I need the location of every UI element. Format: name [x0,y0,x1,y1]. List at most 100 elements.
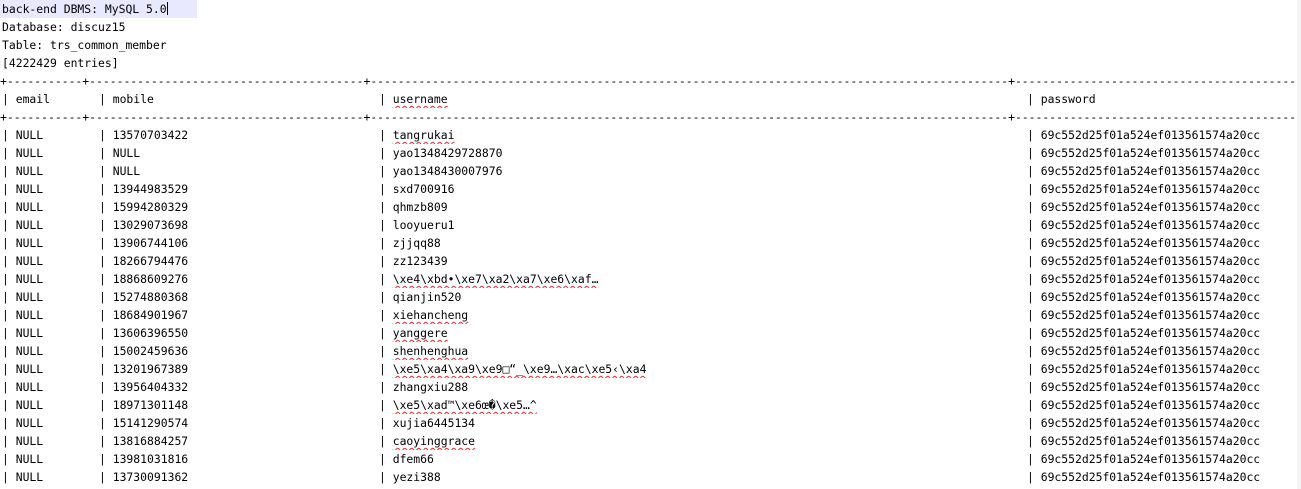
email-value: NULL [15,236,44,250]
table-row: | NULL | 15274880368 | qianjin520 | 69c552d… [0,288,1301,306]
scrollbar[interactable] [1297,0,1301,489]
table-row: | NULL | 13730091362 | yezi388 | 69c552d25f… [0,468,1301,486]
password-value: 69c552d25f01a524ef013561574a20cc [1040,398,1261,412]
cell-mobile: | 13730091362 [99,470,189,484]
password-value: 69c552d25f01a524ef013561574a20cc [1040,326,1261,340]
email-value: NULL [15,128,44,142]
password-value: 69c552d25f01a524ef013561574a20cc [1040,182,1261,196]
cell-email: | NULL [2,452,44,466]
cell-mobile: | 15274880368 [99,290,189,304]
table-row: | NULL | 18266794476 | zz123439 | 69c552d25… [0,252,1301,270]
cell-mobile: | 13981031816 [99,452,189,466]
username-value: looyueru1 [392,218,455,232]
table-divider-top: +-----------+---------------------------… [0,74,1301,88]
column-header-username: | username [379,92,448,106]
email-value: NULL [15,470,44,484]
cell-username: | \xe4\xbd•\xe7\xa2\xa7\xe6\xaf… [379,272,599,286]
email-value: NULL [15,452,44,466]
username-value: xiehancheng [392,308,469,322]
table-row: | NULL | 15002459636 | shenhenghua | 69c552… [0,342,1301,360]
cell-mobile: | 13201967389 [99,362,189,376]
cell-mobile: | 15002459636 [99,344,189,358]
header-table-line[interactable]: Table: trs_common_member [2,36,167,54]
table-divider-header: +-----------+---------------------------… [0,110,1301,124]
cell-email: | NULL [2,344,44,358]
cell-username: | yezi388 [379,470,441,484]
cell-password: | 69c552d25f01a524ef013561574a20cc [1027,290,1261,304]
text-editor[interactable]: back-end DBMS: MySQL 5.0 Database: discu… [0,0,1301,489]
email-value: NULL [15,344,44,358]
mobile-value: 18971301148 [112,398,189,412]
cell-email: | NULL [2,164,44,178]
cell-password: | 69c552d25f01a524ef013561574a20cc [1027,398,1261,412]
password-value: 69c552d25f01a524ef013561574a20cc [1040,236,1261,250]
cell-email: | NULL [2,308,44,322]
cell-password: | 69c552d25f01a524ef013561574a20cc [1027,452,1261,466]
cell-mobile: | 18684901967 [99,308,189,322]
table-row: | NULL | 13981031816 | dfem66 | 69c552d25f0… [0,450,1301,468]
column-header-mobile: | mobile [99,92,154,106]
table-row: | NULL | 15994280329 | qhmzb809 | 69c552d25… [0,198,1301,216]
password-value: 69c552d25f01a524ef013561574a20cc [1040,272,1261,286]
cell-password: | 69c552d25f01a524ef013561574a20cc [1027,344,1261,358]
username-value: yao1348429728870 [392,146,503,160]
header-entries-line[interactable]: [4222429 entries] [2,54,119,72]
table-row: | NULL | 13944983529 | sxd700916 | 69c552d2… [0,180,1301,198]
cell-password: | 69c552d25f01a524ef013561574a20cc [1027,272,1261,286]
password-value: 69c552d25f01a524ef013561574a20cc [1040,362,1261,376]
table-row: | NULL | NULL | yao1348429728870 | 69c552d2… [0,144,1301,162]
cell-email: | NULL [2,290,44,304]
username-value: qhmzb809 [392,200,448,214]
cell-email: | NULL [2,254,44,268]
table-row: | NULL | 13906744106 | zjjqq88 | 69c552d25f… [0,234,1301,252]
cell-username: | caoyinggrace [379,434,476,448]
mobile-value: 18684901967 [112,308,189,322]
username-value: \xe4\xbd•\xe7\xa2\xa7\xe6\xaf… [392,272,599,286]
cell-username: | xujia6445134 [379,416,476,430]
cell-password: | 69c552d25f01a524ef013561574a20cc [1027,416,1261,430]
username-value: shenhenghua [392,344,469,358]
email-value: NULL [15,254,44,268]
cell-email: | NULL [2,146,44,160]
cell-mobile: | 15141290574 [99,416,189,430]
cell-username: | zz123439 [379,254,448,268]
mobile-value: 13570703422 [112,128,189,142]
username-value: yao1348430007976 [392,164,503,178]
header-database-line[interactable]: Database: discuz15 [2,18,125,36]
email-value: NULL [15,416,44,430]
column-header-password: | password [1027,92,1096,106]
password-value: 69c552d25f01a524ef013561574a20cc [1040,146,1261,160]
cell-email: | NULL [2,398,44,412]
cell-username: | qianjin520 [379,290,462,304]
username-value: yezi388 [392,470,441,484]
table-row: | NULL | 18971301148 | \xe5\xad™\xe6œ�\xe5… [0,396,1301,414]
username-value: tangrukai [392,128,455,142]
cell-mobile: | 13029073698 [99,218,189,232]
email-value: NULL [15,146,44,160]
email-value: NULL [15,398,44,412]
password-value: 69c552d25f01a524ef013561574a20cc [1040,128,1261,142]
mobile-value: NULL [112,164,141,178]
cell-password: | 69c552d25f01a524ef013561574a20cc [1027,236,1261,250]
username-value: dfem66 [392,452,434,466]
mobile-value: 18266794476 [112,254,189,268]
mobile-value: 13816884257 [112,434,189,448]
password-value: 69c552d25f01a524ef013561574a20cc [1040,254,1261,268]
mobile-value: 18868609276 [112,272,189,286]
mobile-value: 15274880368 [112,290,189,304]
mobile-value: 13906744106 [112,236,189,250]
cell-email: | NULL [2,218,44,232]
header-dbms-line[interactable]: back-end DBMS: MySQL 5.0 [0,0,197,18]
cell-password: | 69c552d25f01a524ef013561574a20cc [1027,164,1261,178]
cell-password: | 69c552d25f01a524ef013561574a20cc [1027,362,1261,376]
dbms-text: back-end DBMS: MySQL 5.0 [2,2,167,16]
table-row: | NULL | NULL | yao1348430007976 | 69c552d2… [0,162,1301,180]
cell-mobile: | 18266794476 [99,254,189,268]
email-value: NULL [15,272,44,286]
email-value: NULL [15,362,44,376]
table-row: | NULL | 13201967389 | \xe5\xa4\xa9\xe9□“_… [0,360,1301,378]
mobile-value: 15002459636 [112,344,189,358]
cell-mobile: | 13944983529 [99,182,189,196]
password-value: 69c552d25f01a524ef013561574a20cc [1040,434,1261,448]
cell-mobile: | 15994280329 [99,200,189,214]
